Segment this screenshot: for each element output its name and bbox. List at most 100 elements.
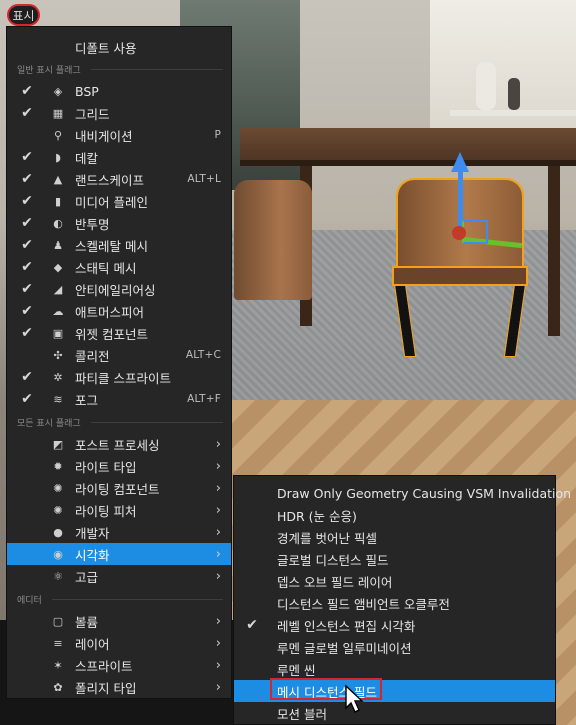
section-divider [51,598,223,600]
menu-item-label: 고급 [75,569,99,585]
menu-item-label: 랜드스케이프 [75,172,145,188]
checkmark-icon: ✔ [21,391,33,407]
chevron-right-icon: › [215,502,221,518]
menu-item-label: 폴리지 타입 [75,680,137,696]
menu-item[interactable]: ✔ ✲ 파티클 스프라이트 [7,366,231,388]
submenu-item[interactable]: 뎁스 오브 필드 레이어 [234,570,555,592]
menu-item-label: 위젯 컴포넌트 [75,326,148,342]
checkmark-icon: ✔ [21,215,33,231]
menu-item-label: 라이트 타입 [75,459,137,475]
submenu-item-label: 경계를 벗어난 픽셀 [277,530,377,546]
checkmark-icon: ✔ [21,303,33,319]
section-header: 에디터 [17,592,223,606]
submenu-item[interactable]: Draw Only Geometry Causing VSM Invalidat… [234,482,571,504]
menu-item-label: 스켈레탈 메시 [75,238,148,254]
menu-item-label: 안티에일리어싱 [75,282,156,298]
gizmo-x-axis[interactable] [452,226,466,240]
chevron-right-icon: › [215,546,221,562]
menu-item-label: 그리드 [75,106,110,122]
submenu-item-label: 뎁스 오브 필드 레이어 [277,574,393,590]
default-item[interactable]: 디폴트 사용 [7,36,231,58]
menu-item[interactable]: ✔ ◢ 안티에일리어싱 [7,278,231,300]
checkmark-icon: ✔ [21,281,33,297]
section-header: 일반 표시 플래그 [17,62,223,76]
submenu-item[interactable]: HDR (눈 순응) [234,504,555,526]
checkmark-icon: ✔ [21,149,33,165]
chevron-right-icon: › [215,568,221,584]
sprite-icon: ✶ [53,658,63,672]
menu-item[interactable]: ✹ 라이트 타입 › [7,455,231,477]
default-label: 디폴트 사용 [75,40,137,56]
menu-item[interactable]: ✔ ◗ 데칼 [7,146,231,168]
widget-icon: ▣ [52,326,64,340]
collision-icon: ✣ [53,348,63,362]
table-leg [548,166,560,336]
chevron-right-icon: › [215,480,221,496]
menu-item[interactable]: ✔ ▲ 랜드스케이프 ALT+L [7,168,231,190]
menu-item-label: 레이어 [75,636,110,652]
layers-icon: ≡ [53,636,63,650]
atmosphere-icon: ☁ [52,304,64,318]
menu-item[interactable]: ✔ ▮ 미디어 플레인 [7,190,231,212]
menu-item[interactable]: ✿ 폴리지 타입 › [7,676,231,698]
chevron-right-icon: › [215,613,221,629]
checkmark-icon: ✔ [21,83,33,99]
show-dropdown-menu: 디폴트 사용 일반 표시 플래그 ✔ ◈ BSP ✔ ▦ 그리드 ⚲ 내비게이션 P ✔ ◗ 데칼 ✔ ▲ 랜드… [6,26,232,699]
shortcut-label: ALT+C [185,349,221,361]
menu-item[interactable]: ✔ ◈ BSP [7,80,231,102]
menu-item[interactable]: ✣ 콜리전 ALT+C [7,344,231,366]
mouse-cursor-icon [345,684,364,713]
submenu-item[interactable]: 루멘 씬 [234,658,555,680]
volume-icon: ▢ [52,614,64,628]
vase-dark [508,78,520,110]
menu-item[interactable]: ◩ 포스트 프로세싱 › [7,433,231,455]
gizmo-z-arrow-icon[interactable] [451,152,469,172]
menu-item-label: 스태틱 메시 [75,260,137,276]
menu-item-label: 스프라이트 [75,658,133,674]
chevron-right-icon: › [215,436,221,452]
menu-item[interactable]: ✔ ♟ 스켈레탈 메시 [7,234,231,256]
postprocess-icon: ◩ [52,437,64,451]
menu-item[interactable]: ≡ 레이어 › [7,632,231,654]
submenu-item-label: 모션 블러 [277,706,327,722]
menu-item[interactable]: ⚛ 고급 › [7,565,231,587]
section-divider [90,421,223,423]
cube-icon: ◈ [53,84,63,98]
submenu-item[interactable]: 모션 블러 [234,702,555,724]
menu-item[interactable]: ✔ ◐ 반투명 [7,212,231,234]
vase-white [476,62,496,110]
selected-chair-seat[interactable] [392,266,528,286]
section-title: 에디터 [17,595,42,606]
chair [234,180,312,300]
menu-item[interactable]: ✺ 라이팅 컴포넌트 › [7,477,231,499]
submenu-item-label: 글로벌 디스턴스 필드 [277,552,389,568]
checkmark-icon: ✔ [21,325,33,341]
submenu-item[interactable]: 글로벌 디스턴스 필드 [234,548,555,570]
show-menu-label: 표시 [12,8,35,23]
menu-item[interactable]: ✔ ▣ 위젯 컴포넌트 [7,322,231,344]
menu-item[interactable]: ✺ 라이팅 피처 › [7,499,231,521]
shelf [450,110,576,116]
submenu-item[interactable]: 루멘 글로벌 일루미네이션 [234,636,555,658]
checkmark-icon: ✔ [21,171,33,187]
menu-item[interactable]: ▢ 볼륨 › [7,610,231,632]
menu-item[interactable]: ✶ 스프라이트 › [7,654,231,676]
submenu-item[interactable]: 디스턴스 필드 앰비언트 오클루전 [234,592,555,614]
menu-item[interactable]: ✔ ◆ 스태틱 메시 [7,256,231,278]
menu-item[interactable]: ✔ ▦ 그리드 [7,102,231,124]
submenu-item[interactable]: ✔ 레벨 인스턴스 편집 시각화 [234,614,555,636]
menu-item-label: 개발자 [75,525,110,541]
menu-item[interactable]: ✔ ☁ 애트머스피어 [7,300,231,322]
menu-item[interactable]: ✔ ≋ 포그 ALT+F [7,388,231,410]
checkmark-icon: ✔ [21,193,33,209]
menu-item[interactable]: ◉ 시각화 › [7,543,231,565]
shortcut-label: ALT+F [187,393,221,405]
show-menu-button[interactable]: 표시 [7,4,40,26]
antialias-icon: ◢ [53,282,63,296]
checkmark-icon: ✔ [21,259,33,275]
checkmark-icon: ✔ [21,105,33,121]
menu-item-label: 콜리전 [75,348,110,364]
menu-item[interactable]: ⚲ 내비게이션 P [7,124,231,146]
menu-item[interactable]: ● 개발자 › [7,521,231,543]
submenu-item[interactable]: 경계를 벗어난 픽셀 [234,526,555,548]
